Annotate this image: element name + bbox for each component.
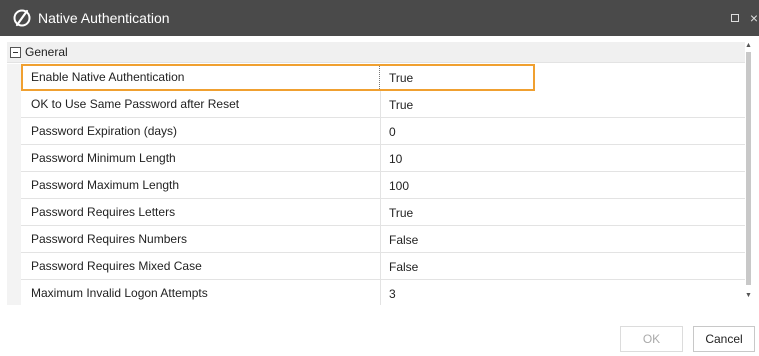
maximize-button[interactable] xyxy=(727,9,743,27)
title-bar: Native Authentication × xyxy=(0,0,759,36)
row-gutter xyxy=(7,145,21,172)
close-icon: × xyxy=(749,10,759,26)
property-name: Enable Native Authentication xyxy=(31,70,185,84)
property-row-password-minimum-length[interactable]: Password Minimum Length 10 xyxy=(7,145,745,172)
column-divider[interactable] xyxy=(380,91,381,118)
scroll-up-icon[interactable]: ▲ xyxy=(745,42,752,50)
brand-logo-icon xyxy=(13,9,31,27)
column-divider[interactable] xyxy=(380,145,381,172)
property-name: Password Requires Numbers xyxy=(31,232,188,246)
property-value[interactable]: 100 xyxy=(389,179,409,193)
property-row-password-requires-mixed-case[interactable]: Password Requires Mixed Case False xyxy=(7,253,745,280)
property-name: Password Requires Letters xyxy=(31,205,176,219)
scroll-down-icon[interactable]: ▼ xyxy=(745,292,752,300)
column-divider[interactable] xyxy=(380,118,381,145)
property-name: OK to Use Same Password after Reset xyxy=(31,97,240,111)
property-row-same-password-after-reset[interactable]: OK to Use Same Password after Reset True xyxy=(7,91,745,118)
property-row-password-maximum-length[interactable]: Password Maximum Length 100 xyxy=(7,172,745,199)
row-gutter xyxy=(7,172,21,199)
group-header-general[interactable]: General xyxy=(7,42,752,63)
column-divider[interactable] xyxy=(379,66,380,89)
property-name: Password Requires Mixed Case xyxy=(31,259,202,273)
column-divider[interactable] xyxy=(380,199,381,226)
property-name: Password Expiration (days) xyxy=(31,124,178,138)
property-value[interactable]: True xyxy=(389,206,413,220)
cancel-button[interactable]: Cancel xyxy=(693,326,755,352)
close-button[interactable]: × xyxy=(748,9,759,27)
property-value[interactable]: True xyxy=(389,71,413,85)
property-name: Password Minimum Length xyxy=(31,151,176,165)
property-name: Password Maximum Length xyxy=(31,178,180,192)
row-gutter xyxy=(7,199,21,226)
group-label: General xyxy=(25,45,68,59)
collapse-icon[interactable] xyxy=(10,47,21,58)
row-gutter xyxy=(7,253,21,280)
property-row-password-expiration[interactable]: Password Expiration (days) 0 xyxy=(7,118,745,145)
property-name: Maximum Invalid Logon Attempts xyxy=(31,286,208,300)
property-value[interactable]: True xyxy=(389,98,413,112)
maximize-icon xyxy=(731,14,739,22)
scrollbar-thumb[interactable] xyxy=(746,52,751,285)
row-gutter xyxy=(7,280,21,305)
property-row-maximum-invalid-logon-attempts[interactable]: Maximum Invalid Logon Attempts 3 xyxy=(7,280,745,305)
column-divider[interactable] xyxy=(380,280,381,305)
column-divider[interactable] xyxy=(380,172,381,199)
property-value[interactable]: 3 xyxy=(389,287,396,301)
row-gutter xyxy=(7,226,21,253)
column-divider[interactable] xyxy=(380,226,381,253)
property-row-password-requires-numbers[interactable]: Password Requires Numbers False xyxy=(7,226,745,253)
column-divider[interactable] xyxy=(380,253,381,280)
property-row-password-requires-letters[interactable]: Password Requires Letters True xyxy=(7,199,745,226)
property-value[interactable]: 0 xyxy=(389,125,396,139)
property-value[interactable]: False xyxy=(389,233,418,247)
row-gutter xyxy=(7,91,21,118)
row-gutter xyxy=(7,118,21,145)
property-value[interactable]: False xyxy=(389,260,418,274)
vertical-scrollbar[interactable]: ▲ ▼ xyxy=(745,42,752,305)
property-value[interactable]: 10 xyxy=(389,152,402,166)
row-gutter xyxy=(7,64,21,91)
property-row-enable-native-authentication[interactable]: Enable Native Authentication True xyxy=(7,64,535,91)
window-title: Native Authentication xyxy=(38,10,170,26)
property-grid[interactable]: General Enable Native Authentication Tru… xyxy=(7,42,752,305)
ok-button[interactable]: OK xyxy=(620,326,683,352)
dialog-footer: OK Cancel xyxy=(0,320,759,356)
